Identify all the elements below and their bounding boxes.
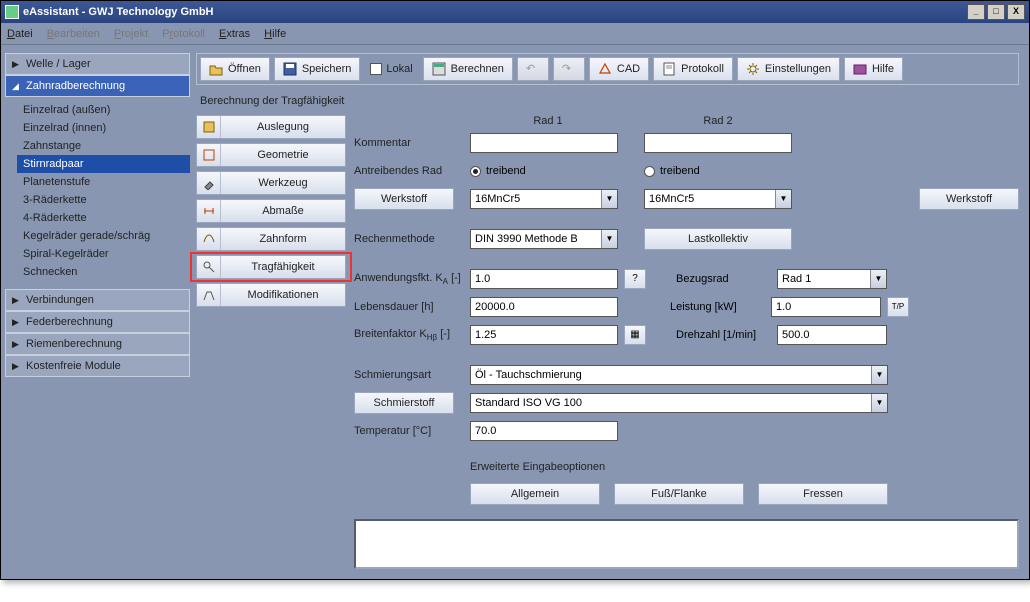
ka-input[interactable]: [470, 269, 618, 289]
label-kommentar: Kommentar: [354, 137, 464, 149]
drehzahl-input[interactable]: [777, 325, 887, 345]
calc-icon-button[interactable]: ▦: [624, 325, 646, 345]
label-ka: Anwendungsfkt. KA [-]: [354, 272, 464, 286]
lebensdauer-input[interactable]: [470, 297, 618, 317]
menubar: Datei Bearbeiten Projekt Protokoll Extra…: [1, 23, 1029, 45]
werkstoff-select-2[interactable]: 16MnCr5▼: [644, 189, 792, 209]
menu-bearbeiten[interactable]: Bearbeiten: [47, 28, 100, 40]
fressen-button[interactable]: Fressen: [758, 483, 888, 505]
sidebar-item-einzelrad-aussen[interactable]: Einzelrad (außen): [17, 101, 190, 119]
sidebar-item-3rkette[interactable]: 3-Räderkette: [17, 191, 190, 209]
sidebar-group-verbindungen[interactable]: ▶Verbindungen: [5, 289, 190, 311]
save-button[interactable]: Speichern: [274, 57, 361, 81]
chevron-down-icon[interactable]: ▼: [870, 270, 886, 288]
cat-werkzeug[interactable]: Werkzeug: [196, 171, 346, 195]
schmierstoff-button[interactable]: Schmierstoff: [354, 392, 454, 414]
label-rechenmethode: Rechenmethode: [354, 233, 464, 245]
label-antrieb: Antreibendes Rad: [354, 165, 464, 177]
local-checkbox[interactable]: Lokal: [364, 57, 418, 81]
open-button[interactable]: Öffnen: [200, 57, 270, 81]
help-icon-button[interactable]: ?: [624, 269, 646, 289]
werkstoff-button-left[interactable]: Werkstoff: [354, 188, 454, 210]
allgemein-button[interactable]: Allgemein: [470, 483, 600, 505]
chevron-down-icon[interactable]: ▼: [871, 394, 887, 412]
category-column: Auslegung Geometrie Werkzeug Abmaße Zahn…: [196, 115, 346, 569]
cat-tragfaehigkeit[interactable]: Tragfähigkeit: [196, 255, 346, 279]
bezugsrad-select[interactable]: Rad 1▼: [777, 269, 887, 289]
cat-zahnform[interactable]: Zahnform: [196, 227, 346, 251]
label-leistung: Leistung [kW]: [670, 301, 765, 313]
radio-treibend-1[interactable]: [470, 166, 481, 177]
fussflanke-button[interactable]: Fuß/Flanke: [614, 483, 744, 505]
settings-button[interactable]: Einstellungen: [737, 57, 840, 81]
sidebar-group-welle[interactable]: ▶Welle / Lager: [5, 53, 190, 75]
chevron-down-icon[interactable]: ▼: [871, 366, 887, 384]
window-title: eAssistant - GWJ Technology GmbH: [23, 6, 214, 18]
radio-treibend-2[interactable]: [644, 166, 655, 177]
titlebar: eAssistant - GWJ Technology GmbH _ □ X: [1, 1, 1029, 23]
maximize-button[interactable]: □: [987, 4, 1005, 20]
sidebar-item-einzelrad-innen[interactable]: Einzelrad (innen): [17, 119, 190, 137]
sidebar-item-planetenstufe[interactable]: Planetenstufe: [17, 173, 190, 191]
col-rad2: Rad 2: [640, 115, 796, 127]
sidebar-group-riemen[interactable]: ▶Riemenberechnung: [5, 333, 190, 355]
cat-abmasse[interactable]: Abmaße: [196, 199, 346, 223]
temperatur-input[interactable]: [470, 421, 618, 441]
calc-button[interactable]: Berechnen: [423, 57, 513, 81]
sidebar-item-zahnstange[interactable]: Zahnstange: [17, 137, 190, 155]
sidebar-group-kostenfrei[interactable]: ▶Kostenfreie Module: [5, 355, 190, 377]
chevron-down-icon[interactable]: ▼: [601, 230, 617, 248]
label-drehzahl: Drehzahl [1/min]: [676, 329, 771, 341]
breite-input[interactable]: [470, 325, 618, 345]
schmierstoff-select[interactable]: Standard ISO VG 100▼: [470, 393, 888, 413]
sidebar-group-feder[interactable]: ▶Federberechnung: [5, 311, 190, 333]
minimize-button[interactable]: _: [967, 4, 985, 20]
output-area: [354, 519, 1019, 569]
schmierart-select[interactable]: Öl - Tauchschmierung▼: [470, 365, 888, 385]
label-schmierart: Schmierungsart: [354, 369, 464, 381]
sidebar-item-4rkette[interactable]: 4-Räderkette: [17, 209, 190, 227]
ext-title: Erweiterte Eingabeoptionen: [470, 461, 1019, 473]
section-title: Berechnung der Tragfähigkeit: [196, 91, 1019, 115]
label-bezugsrad: Bezugsrad: [676, 273, 771, 285]
help-button[interactable]: Hilfe: [844, 57, 903, 81]
undo-button[interactable]: ↶: [517, 57, 549, 81]
label-breite: Breitenfaktor KHβ [-]: [354, 328, 464, 342]
menu-extras[interactable]: Extras: [219, 28, 250, 40]
menu-projekt[interactable]: Projekt: [114, 28, 148, 40]
rechenmethode-select[interactable]: DIN 3990 Methode B▼: [470, 229, 618, 249]
sidebar-item-kegelraeder[interactable]: Kegelräder gerade/schräg: [17, 227, 190, 245]
chevron-down-icon[interactable]: ▼: [601, 190, 617, 208]
menu-datei[interactable]: Datei: [7, 28, 33, 40]
form-panel: Rad 1Rad 2 Kommentar Antreibendes Rad tr…: [354, 115, 1019, 569]
sidebar-item-stirnradpaar[interactable]: Stirnradpaar: [17, 155, 190, 173]
chevron-down-icon[interactable]: ▼: [775, 190, 791, 208]
close-button[interactable]: X: [1007, 4, 1025, 20]
cat-modifikationen[interactable]: Modifikationen: [196, 283, 346, 307]
kommentar-input-1[interactable]: [470, 133, 618, 153]
sidebar-item-spiral[interactable]: Spiral-Kegelräder: [17, 245, 190, 263]
cat-auslegung[interactable]: Auslegung: [196, 115, 346, 139]
sidebar: ▶Welle / Lager ◢Zahnradberechnung Einzel…: [1, 45, 196, 579]
col-rad1: Rad 1: [470, 115, 626, 127]
leistung-input[interactable]: [771, 297, 881, 317]
app-icon: [5, 5, 19, 19]
menu-hilfe[interactable]: Hilfe: [264, 28, 286, 40]
sidebar-group-zahnrad[interactable]: ◢Zahnradberechnung: [5, 75, 190, 97]
cat-geometrie[interactable]: Geometrie: [196, 143, 346, 167]
label-temperatur: Temperatur [°C]: [354, 425, 464, 437]
redo-button[interactable]: ↷: [553, 57, 585, 81]
cad-button[interactable]: CAD: [589, 57, 649, 81]
menu-protokoll[interactable]: Protokoll: [162, 28, 205, 40]
toolbar: Öffnen Speichern Lokal Berechnen ↶ ↷ CAD…: [196, 53, 1019, 85]
werkstoff-select-1[interactable]: 16MnCr5▼: [470, 189, 618, 209]
tp-button[interactable]: T/P: [887, 297, 909, 317]
protokoll-button[interactable]: Protokoll: [653, 57, 733, 81]
sidebar-item-schnecken[interactable]: Schnecken: [17, 263, 190, 281]
werkstoff-button-right[interactable]: Werkstoff: [919, 188, 1019, 210]
label-lebensdauer: Lebensdauer [h]: [354, 301, 464, 313]
kommentar-input-2[interactable]: [644, 133, 792, 153]
lastkollektiv-button[interactable]: Lastkollektiv: [644, 228, 792, 250]
